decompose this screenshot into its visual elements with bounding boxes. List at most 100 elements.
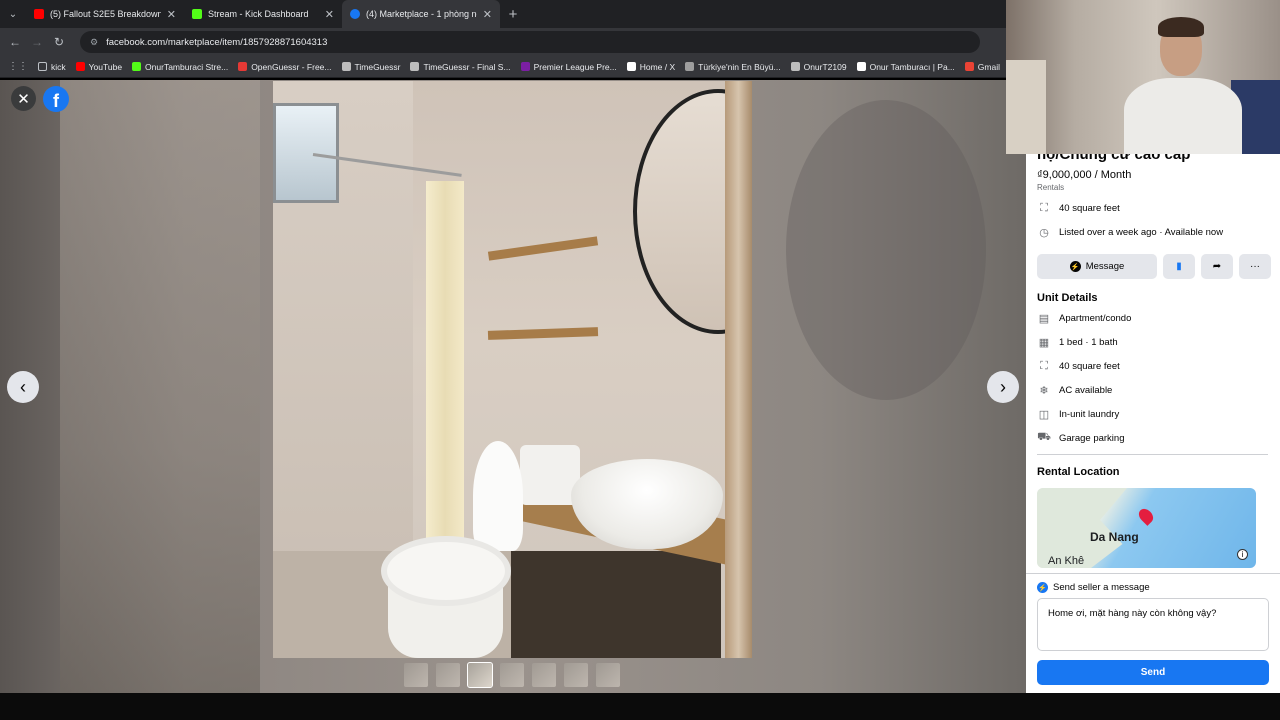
unit-details-heading: Unit Details — [1037, 292, 1098, 304]
previous-photo-icon[interactable]: ‹ — [7, 371, 39, 403]
bookmark-item[interactable]: OnurTamburaci Stre... — [132, 62, 228, 72]
building-icon: ▤ — [1038, 312, 1050, 325]
bookmark-item[interactable]: Premier League Pre... — [520, 62, 617, 72]
share-icon[interactable]: ➦ — [1201, 254, 1233, 279]
bookmark-label: TimeGuessr — [354, 61, 401, 72]
tab-close-icon[interactable]: ✕ — [167, 8, 176, 21]
tab-kick-dashboard[interactable]: Stream - Kick Dashboard ✕ — [184, 0, 342, 28]
unit-detail-item: ◫ In-unit laundry — [1037, 407, 1119, 421]
bookmark-item[interactable]: OnurT2109 — [790, 61, 847, 72]
photo-thumbnail[interactable] — [436, 663, 460, 687]
area-icon: ⛶ — [1040, 359, 1048, 372]
bookmark-label: Home / X — [639, 61, 676, 72]
bookmark-favicon-icon — [520, 62, 530, 71]
bookmark-item[interactable]: kick — [38, 62, 66, 72]
send-button[interactable]: Send — [1037, 660, 1269, 685]
bookmark-label: Türkiye'nin En Büyü... — [698, 61, 781, 72]
bookmark-item[interactable]: Gmail — [964, 61, 1000, 72]
bookmark-favicon-icon — [626, 62, 636, 71]
bookmark-label: OpenGuessr - Free... — [251, 61, 332, 72]
bookmark-item[interactable]: Home / X — [626, 61, 676, 72]
photo-thumbnail[interactable] — [532, 663, 556, 687]
bookmark-favicon-icon — [790, 62, 800, 71]
bookmark-favicon-icon — [238, 62, 248, 71]
bookmark-label: YouTube — [88, 61, 123, 72]
bookmark-item[interactable]: Onur Tamburacı | Pa... — [856, 61, 955, 72]
browser-tab-bar: ⌄ (5) Fallout S2E5 Breakdown of " ✕ Stre… — [0, 0, 1006, 28]
photo-thumbnail[interactable] — [596, 663, 620, 687]
message-button[interactable]: ⚡ Message — [1037, 254, 1157, 279]
unit-detail-item: ▤ Apartment/condo — [1037, 311, 1132, 325]
photo-thumbnail[interactable] — [404, 663, 428, 687]
forward-icon[interactable]: → — [28, 33, 46, 51]
unit-detail-label: In-unit laundry — [1059, 408, 1120, 420]
tab-close-icon[interactable]: ✕ — [483, 8, 492, 21]
message-input[interactable] — [1037, 598, 1269, 651]
apps-icon[interactable]: ⋮⋮ — [8, 61, 28, 72]
unit-detail-label: Apartment/condo — [1059, 312, 1132, 324]
close-viewer-icon[interactable]: ✕ — [11, 86, 36, 111]
tab-search-icon[interactable]: ⌄ — [0, 0, 26, 28]
tab-title: (4) Marketplace - 1 phòng ngủ — [366, 9, 477, 19]
unit-detail-item: ❄ AC available — [1037, 383, 1112, 397]
unit-detail-label: 40 square feet — [1059, 360, 1120, 372]
listing-category[interactable]: Rentals — [1037, 183, 1064, 192]
area-text: 40 square feet — [1059, 202, 1120, 214]
bookmark-favicon-icon — [685, 62, 695, 71]
unit-detail-label: 1 bed · 1 bath — [1059, 336, 1118, 348]
bookmarks-bar: ⋮⋮ kick YouTube OnurTamburaci Stre... OpenG… — [0, 56, 1006, 78]
bookmark-favicon-icon — [75, 62, 85, 71]
bookmark-item[interactable]: TimeGuessr — [341, 61, 401, 72]
bookmark-favicon-icon — [132, 62, 142, 71]
tab-marketplace[interactable]: (4) Marketplace - 1 phòng ngủ ✕ — [342, 0, 500, 28]
photo-thumbnail[interactable] — [500, 663, 524, 687]
message-button-label: Message — [1085, 261, 1125, 272]
bookmark-item[interactable]: OpenGuessr - Free... — [238, 61, 332, 72]
tab-close-icon[interactable]: ✕ — [325, 8, 334, 21]
map-info-icon[interactable]: i — [1237, 549, 1248, 560]
map-city-label: Da Nang — [1090, 530, 1139, 544]
tab-youtube[interactable]: (5) Fallout S2E5 Breakdown of " ✕ — [26, 0, 184, 28]
listed-row: ◷ Listed over a week ago · Available now — [1037, 225, 1223, 239]
back-icon[interactable]: ← — [6, 33, 24, 51]
bottom-bar — [0, 693, 1280, 720]
webcam-shelf — [1006, 60, 1046, 154]
bookmark-item[interactable]: TimeGuessr - Final S... — [410, 62, 511, 72]
bookmark-item[interactable]: Türkiye'nin En Büyü... — [685, 61, 781, 72]
bookmark-favicon-icon — [341, 62, 351, 71]
location-map[interactable]: Da Nang An Khê i — [1037, 488, 1256, 568]
more-options-icon[interactable]: ··· — [1239, 254, 1271, 279]
reload-icon[interactable]: ↻ — [50, 33, 68, 51]
area-icon: ⛶ — [1040, 201, 1048, 214]
rental-location-heading: Rental Location — [1037, 466, 1120, 478]
unit-detail-item: ⛶ 40 square feet — [1037, 359, 1120, 373]
address-bar[interactable]: ⚙ facebook.com/marketplace/item/18579288… — [80, 31, 980, 53]
unit-detail-label: Garage parking — [1059, 432, 1125, 444]
site-info-icon[interactable]: ⚙ — [90, 37, 98, 48]
bookmark-label: Gmail — [977, 61, 1000, 72]
next-photo-icon[interactable]: › — [987, 371, 1019, 403]
bookmark-item[interactable]: YouTube — [75, 61, 123, 72]
messenger-icon: ⚡ — [1037, 582, 1048, 593]
listing-price: ₫9,000,000 / Month — [1037, 169, 1132, 181]
bookmark-favicon-icon — [410, 62, 420, 71]
bookmark-label: Onur Tamburacı | Pa... — [869, 61, 955, 72]
new-tab-icon[interactable]: + — [500, 6, 526, 23]
webcam-overlay — [1006, 0, 1280, 154]
listed-text: Listed over a week ago · Available now — [1059, 226, 1224, 238]
bookmark-label: OnurT2109 — [803, 61, 847, 72]
browser-toolbar: ← → ↻ ⚙ facebook.com/marketplace/item/18… — [0, 28, 1006, 56]
photo-thumbnail[interactable] — [467, 662, 493, 688]
save-bookmark-icon[interactable]: ▮ — [1163, 254, 1195, 279]
blurred-backdrop — [786, 100, 986, 400]
tab-title: Stream - Kick Dashboard — [208, 9, 309, 19]
unit-detail-item: ⛟ Garage parking — [1037, 431, 1124, 445]
send-message-heading: ⚡ Send seller a message — [1037, 582, 1150, 593]
tab-title: (5) Fallout S2E5 Breakdown of " — [50, 9, 161, 19]
photo-thumbnail[interactable] — [564, 663, 588, 687]
facebook-logo-icon[interactable]: f — [43, 86, 69, 112]
facebook-favicon-icon — [350, 9, 360, 19]
listing-title: hộ/Chung cư cao cấp — [1037, 154, 1191, 163]
url-text: facebook.com/marketplace/item/1857928871… — [106, 36, 328, 48]
bookmark-label: kick — [51, 61, 66, 72]
